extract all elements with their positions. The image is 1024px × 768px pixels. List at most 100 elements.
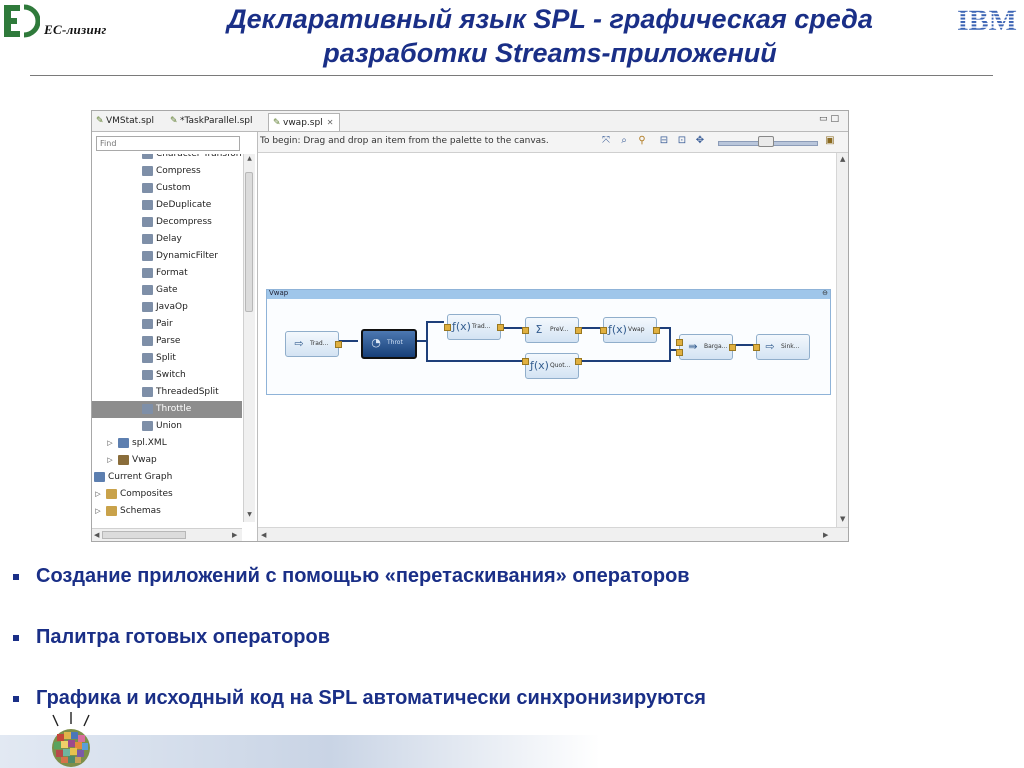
palette-item-label: Format <box>156 268 188 278</box>
fit-icon[interactable]: ⊡ <box>676 135 688 147</box>
palette-item[interactable]: JavaOp <box>92 299 242 316</box>
palette-item[interactable]: DynamicFilter <box>92 248 242 265</box>
palette-item-label: spl.XML <box>132 438 167 448</box>
palette-item[interactable]: ▷ Schemas <box>92 503 242 520</box>
composite-title: Vwap <box>269 289 289 297</box>
palette-item[interactable]: Compress <box>92 163 242 180</box>
filter-icon[interactable]: ⚲ <box>636 135 648 147</box>
dropdown-menu-icon[interactable]: ▣ <box>824 135 836 147</box>
operator-trade-filter[interactable]: ƒ(x) Trad... <box>444 314 504 340</box>
palette-item[interactable]: Parse <box>92 333 242 350</box>
palette-item[interactable]: ThreadedSplit <box>92 384 242 401</box>
scroll-right-icon[interactable]: ▶ <box>823 531 828 539</box>
expand-right-icon[interactable]: ▷ <box>94 486 102 503</box>
palette-item[interactable]: Switch <box>92 367 242 384</box>
palette-item-label: DynamicFilter <box>156 251 218 261</box>
layout-icon[interactable]: ⤧ <box>600 135 612 147</box>
palette-item[interactable]: ▽Current Graph <box>92 469 242 486</box>
palette-item[interactable]: Union <box>92 418 242 435</box>
operator-prevwap[interactable]: Σ PreV... <box>522 317 582 343</box>
operator-icon <box>142 302 153 312</box>
input-port[interactable] <box>676 349 683 356</box>
tab-vmstat[interactable]: ✎ VMStat.spl <box>92 113 160 130</box>
operator-icon <box>142 285 153 295</box>
input-port[interactable] <box>600 327 607 334</box>
input-port[interactable] <box>444 324 451 331</box>
window-controls: ▭□ <box>819 114 842 124</box>
output-port[interactable] <box>653 327 660 334</box>
zoom-slider-thumb[interactable] <box>758 136 774 147</box>
input-port[interactable] <box>522 358 529 365</box>
collapse-icon[interactable]: ⊟ <box>658 135 670 147</box>
palette-vertical-scrollbar[interactable]: ▲ ▼ <box>243 154 255 522</box>
operator-vwap[interactable]: ƒ(x) Vwap <box>600 317 660 343</box>
scroll-right-icon[interactable]: ▶ <box>232 531 237 539</box>
title-divider <box>30 75 993 76</box>
close-icon[interactable]: ✕ <box>327 118 334 127</box>
edge <box>426 360 522 362</box>
palette-find-input[interactable] <box>96 136 240 151</box>
scroll-up-icon[interactable]: ▲ <box>245 155 254 165</box>
slide-title: Декларативный язык SPL - графическая сре… <box>150 2 950 70</box>
palette-item[interactable]: Gate <box>92 282 242 299</box>
operator-trade-source[interactable]: ⇨ Trad... <box>285 331 342 357</box>
operator-bargain[interactable]: ⇛ Barga... <box>676 334 736 360</box>
scrollbar-thumb[interactable] <box>102 531 186 539</box>
expand-right-icon[interactable]: ▷ <box>94 503 102 520</box>
palette-item[interactable]: Format <box>92 265 242 282</box>
palette-item[interactable]: DeDuplicate <box>92 197 242 214</box>
output-port[interactable] <box>575 327 582 334</box>
bullet-text: Графика и исходный код на SPL автоматиче… <box>36 687 706 709</box>
canvas-horizontal-scrollbar[interactable]: ◀ ▶ <box>258 527 848 541</box>
scrollbar-thumb[interactable] <box>245 172 253 312</box>
palette-item-label: Parse <box>156 336 181 346</box>
operator-quote-filter[interactable]: ƒ(x) Quot... <box>522 353 582 379</box>
operator-label: Trad... <box>310 340 329 347</box>
palette-item[interactable]: Throttle <box>92 401 242 418</box>
scroll-left-icon[interactable]: ◀ <box>261 531 266 539</box>
palette-item[interactable]: Custom <box>92 180 242 197</box>
palette-horizontal-scrollbar[interactable]: ◀ ▶ <box>92 528 242 541</box>
tab-taskparallel[interactable]: ✎ *TaskParallel.spl <box>166 113 258 130</box>
expand-right-icon[interactable]: ▷ <box>106 435 114 452</box>
palette-item[interactable]: ▷ Vwap <box>92 452 242 469</box>
zoom-icon[interactable]: ⌕ <box>618 135 630 147</box>
arrow-right-icon: ⇨ <box>765 340 775 353</box>
scroll-left-icon[interactable]: ◀ <box>94 531 99 539</box>
operator-label: Trad... <box>472 323 491 330</box>
operator-sink[interactable]: ⇨ Sink... <box>753 334 810 360</box>
move-icon[interactable]: ✥ <box>694 135 706 147</box>
output-port[interactable] <box>729 344 736 351</box>
output-port[interactable] <box>497 324 504 331</box>
graph-canvas[interactable]: Vwap ⊖ ⇨ Trad... ◔ Throt ƒ(x) Trad... ƒ(… <box>258 153 836 527</box>
canvas-toolbar: To begin: Drag and drop an item from the… <box>258 132 848 153</box>
palette-item[interactable]: ▷ Composites <box>92 486 242 503</box>
input-port[interactable] <box>753 344 760 351</box>
scroll-down-icon[interactable]: ▼ <box>840 515 845 523</box>
output-port[interactable] <box>575 358 582 365</box>
operator-throttle[interactable]: ◔ Throt <box>361 329 417 359</box>
collapse-toggle-icon[interactable]: ⊖ <box>822 289 828 297</box>
minimize-icon[interactable]: ▭ <box>819 114 831 124</box>
input-port[interactable] <box>522 327 529 334</box>
mosaic-globe-logo-icon <box>52 712 90 767</box>
scroll-up-icon[interactable]: ▲ <box>840 155 845 163</box>
canvas-vertical-scrollbar[interactable]: ▲ ▼ <box>836 153 848 527</box>
edge <box>426 321 444 323</box>
palette-item[interactable]: ▷ spl.XML <box>92 435 242 452</box>
vwap-composite[interactable]: Vwap ⊖ ⇨ Trad... ◔ Throt ƒ(x) Trad... ƒ(… <box>266 289 831 395</box>
scroll-down-icon[interactable]: ▼ <box>245 511 254 521</box>
spl-file-icon: ✎ <box>96 116 104 126</box>
palette-item[interactable]: Decompress <box>92 214 242 231</box>
input-port[interactable] <box>676 339 683 346</box>
tab-vwap[interactable]: ✎ vwap.spl ✕ <box>268 113 341 131</box>
palette-item-label: Split <box>156 353 176 363</box>
palette-item[interactable]: Pair <box>92 316 242 333</box>
ibm-logo-text: IBM <box>957 4 1017 34</box>
output-port[interactable] <box>335 341 342 348</box>
maximize-icon[interactable]: □ <box>830 114 842 124</box>
expand-right-icon[interactable]: ▷ <box>106 452 114 469</box>
palette-item[interactable]: Split <box>92 350 242 367</box>
palette-item[interactable]: Character Transform <box>92 154 242 163</box>
palette-item[interactable]: Delay <box>92 231 242 248</box>
